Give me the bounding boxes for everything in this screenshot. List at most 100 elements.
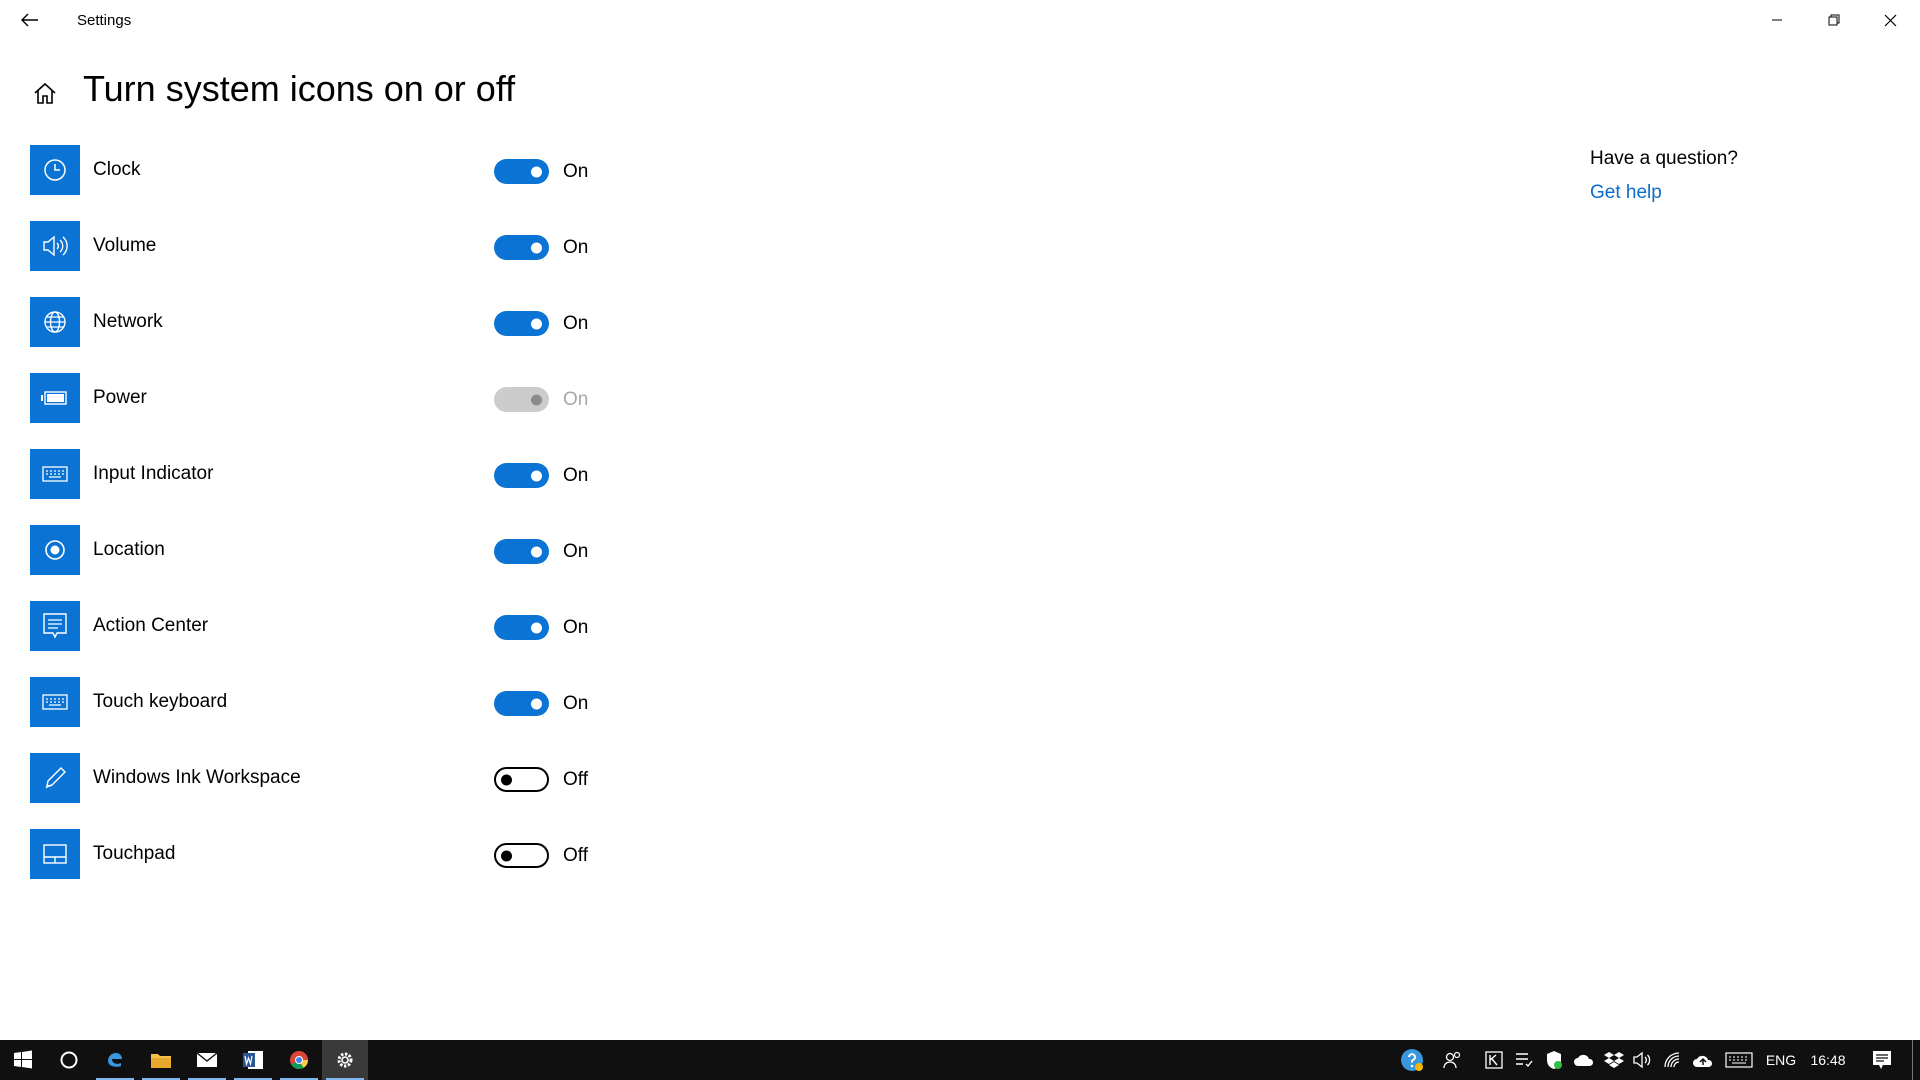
- notification-icon: [1873, 1051, 1891, 1069]
- tray-volume[interactable]: [1628, 1040, 1656, 1080]
- toggle-state: Off: [563, 845, 588, 866]
- volume-toggle[interactable]: [494, 235, 549, 260]
- taskbar-file-explorer[interactable]: [138, 1040, 184, 1080]
- toggle-state: On: [563, 237, 589, 258]
- setting-row-action-center: Action Center On: [30, 601, 630, 651]
- input-indicator-toggle[interactable]: [494, 463, 549, 488]
- tray-onedrive[interactable]: [1570, 1040, 1598, 1080]
- taskbar-word[interactable]: [230, 1040, 276, 1080]
- security-shield-icon: [1547, 1051, 1562, 1069]
- cortana-icon: [60, 1051, 78, 1069]
- window-title: Settings: [77, 12, 132, 29]
- toggle-knob: [531, 546, 542, 557]
- taskbar-edge[interactable]: [92, 1040, 138, 1080]
- touch-keyboard-tile: [30, 677, 80, 727]
- toggle-state: Off: [563, 769, 588, 790]
- keyboard-icon: [1725, 1052, 1753, 1068]
- clock-icon: [44, 159, 66, 181]
- battery-icon: [41, 391, 67, 405]
- mail-icon: [196, 1052, 218, 1067]
- input-indicator-tile: [30, 449, 80, 499]
- cloud-upload-icon: [1693, 1055, 1713, 1067]
- chrome-icon: [290, 1051, 308, 1070]
- toggle-state: On: [563, 161, 589, 182]
- page-title: Turn system icons on or off: [83, 68, 516, 109]
- start-button[interactable]: [0, 1040, 46, 1080]
- setting-row-windows-ink: Windows Ink Workspace Off: [30, 753, 630, 803]
- edge-icon: [108, 1053, 122, 1067]
- setting-row-network: Network On: [30, 297, 630, 347]
- setting-label: Network: [93, 311, 163, 332]
- toggle-knob: [531, 698, 542, 709]
- cloud-icon: [1574, 1054, 1594, 1066]
- volume-icon: [43, 235, 68, 257]
- tray-help[interactable]: [1396, 1040, 1428, 1080]
- tray-network[interactable]: [1658, 1040, 1688, 1080]
- touchpad-tile: [30, 829, 80, 879]
- setting-row-touchpad: Touchpad Off: [30, 829, 630, 879]
- tray-app-list[interactable]: [1510, 1040, 1538, 1080]
- action-center-button[interactable]: [1864, 1040, 1900, 1080]
- location-toggle[interactable]: [494, 539, 549, 564]
- restore-icon: [1828, 14, 1839, 26]
- dropbox-icon: [1604, 1052, 1624, 1068]
- setting-label: Clock: [93, 159, 141, 180]
- touch-keyboard-icon: [42, 694, 68, 710]
- close-button[interactable]: [1862, 0, 1919, 40]
- globe-icon: [44, 311, 66, 333]
- show-desktop-button[interactable]: [1912, 1040, 1913, 1080]
- tray-app-kaspersky[interactable]: [1480, 1040, 1508, 1080]
- minimize-button[interactable]: [1748, 0, 1805, 40]
- tray-touch-keyboard[interactable]: [1722, 1040, 1756, 1080]
- setting-row-input-indicator: Input Indicator On: [30, 449, 630, 499]
- home-button[interactable]: [28, 76, 62, 110]
- toggle-state: On: [563, 693, 589, 714]
- tray-defender[interactable]: [1540, 1040, 1568, 1080]
- touchpad-icon: [43, 844, 67, 864]
- word-icon: [243, 1051, 263, 1069]
- restore-button[interactable]: [1805, 0, 1862, 40]
- volume-tile: [30, 221, 80, 271]
- toggle-knob: [531, 622, 542, 633]
- toggle-knob: [501, 850, 512, 861]
- touchpad-toggle[interactable]: [494, 843, 549, 868]
- windows-logo-icon: [14, 1050, 32, 1069]
- power-tile: [30, 373, 80, 423]
- tray-cloud-sync[interactable]: [1688, 1040, 1718, 1080]
- location-tile: [30, 525, 80, 575]
- clock-tile: [30, 145, 80, 195]
- action-center-icon: [43, 613, 67, 639]
- toggle-knob: [501, 774, 512, 785]
- network-toggle[interactable]: [494, 311, 549, 336]
- setting-label: Location: [93, 539, 165, 560]
- power-toggle[interactable]: [494, 387, 549, 412]
- windows-ink-toggle[interactable]: [494, 767, 549, 792]
- action-center-toggle[interactable]: [494, 615, 549, 640]
- setting-row-volume: Volume On: [30, 221, 630, 271]
- network-tile: [30, 297, 80, 347]
- taskbar-chrome[interactable]: [276, 1040, 322, 1080]
- setting-row-touch-keyboard: Touch keyboard On: [30, 677, 630, 727]
- input-language[interactable]: ENG: [1762, 1040, 1800, 1080]
- setting-label: Touch keyboard: [93, 691, 228, 712]
- minimize-icon: [1771, 19, 1782, 21]
- toggle-state: On: [563, 313, 589, 334]
- clock-time[interactable]: 16:48: [1806, 1040, 1850, 1080]
- taskbar-settings[interactable]: [322, 1040, 368, 1080]
- keyboard-icon: [42, 466, 68, 482]
- tray-dropbox[interactable]: [1600, 1040, 1628, 1080]
- taskbar-mail[interactable]: [184, 1040, 230, 1080]
- list-check-icon: [1516, 1053, 1533, 1068]
- back-button[interactable]: [12, 4, 48, 36]
- tray-people[interactable]: [1438, 1040, 1468, 1080]
- setting-row-clock: Clock On: [30, 145, 630, 195]
- toggle-state: On: [563, 617, 589, 638]
- help-question: Have a question?: [1590, 148, 1738, 169]
- close-icon: [1884, 14, 1897, 26]
- title-bar: Settings: [0, 0, 1920, 40]
- get-help-link[interactable]: Get help: [1590, 182, 1662, 204]
- toggle-knob: [531, 166, 542, 177]
- clock-toggle[interactable]: [494, 159, 549, 184]
- cortana-button[interactable]: [46, 1040, 92, 1080]
- touch-keyboard-toggle[interactable]: [494, 691, 549, 716]
